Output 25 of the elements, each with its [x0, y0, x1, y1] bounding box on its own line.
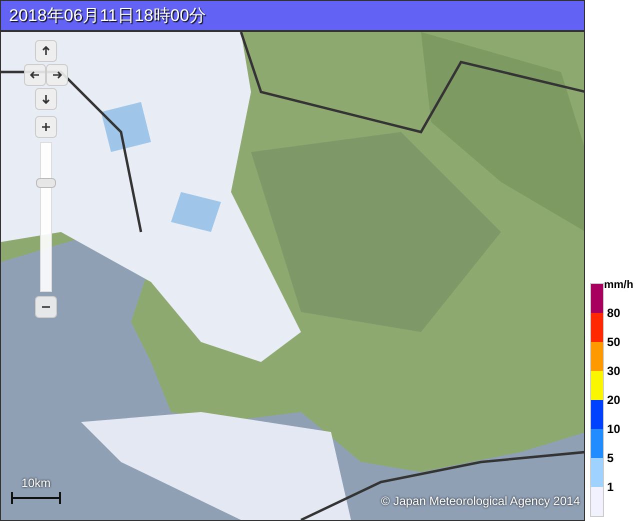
- pan-left-button[interactable]: [24, 64, 46, 86]
- legend-value: 1: [606, 479, 615, 496]
- zoom-slider-thumb[interactable]: [36, 178, 56, 188]
- legend-value: 20: [606, 392, 622, 409]
- map-view[interactable]: 10km © Japan Meteorological Agency 2014: [0, 31, 585, 521]
- zoom-in-button[interactable]: [35, 116, 57, 138]
- pan-up-button[interactable]: [35, 40, 57, 62]
- scale-label: 10km: [21, 475, 51, 492]
- plus-icon: [41, 122, 51, 132]
- copyright-text: © Japan Meteorological Agency 2014: [381, 493, 580, 510]
- legend-unit: mm/h: [604, 279, 634, 293]
- zoom-out-button[interactable]: [35, 296, 57, 318]
- legend-value: 50: [606, 334, 622, 351]
- timestamp-title: 2018年06月11日18時00分: [9, 4, 206, 27]
- up-arrow-icon: [41, 46, 51, 56]
- legend-value: 80: [606, 305, 622, 322]
- left-arrow-icon: [30, 70, 40, 80]
- down-arrow-icon: [41, 94, 51, 104]
- legend-value: 30: [606, 363, 622, 380]
- scale-bar-icon: [11, 492, 61, 504]
- right-arrow-icon: [52, 70, 62, 80]
- pan-down-button[interactable]: [35, 88, 57, 110]
- legend-value: 5: [606, 450, 615, 467]
- legend-value: 10: [606, 421, 622, 438]
- pan-right-button[interactable]: [46, 64, 68, 86]
